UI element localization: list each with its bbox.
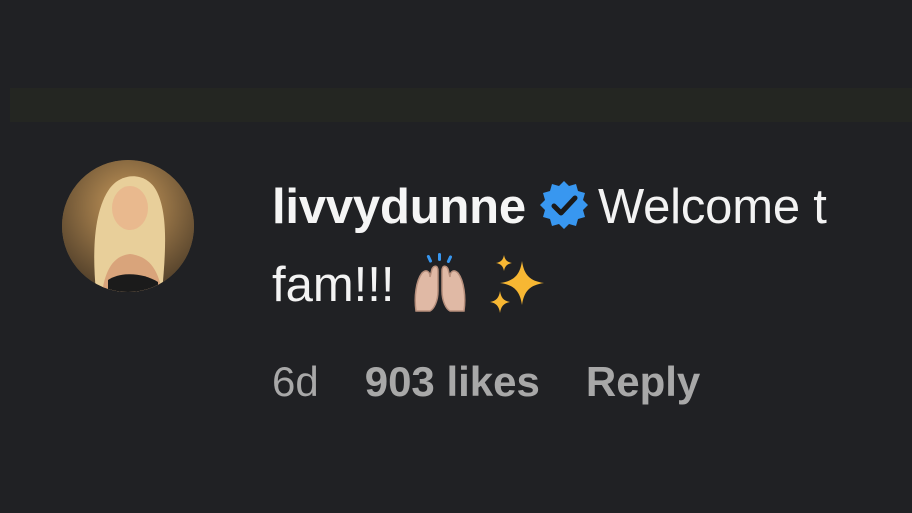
avatar[interactable] (62, 160, 194, 292)
raising-hands-icon (414, 253, 466, 312)
comment-meta: 6d 903 likes Reply (272, 352, 746, 412)
comment-line-2: fam!!! (272, 246, 550, 324)
comment-line-1: livvydunne Welcome t (272, 168, 912, 246)
top-area (0, 0, 912, 88)
verified-badge-icon (539, 181, 588, 229)
avatar-image-icon (62, 160, 194, 292)
comment-age[interactable]: 6d (272, 358, 319, 405)
comment-text-end: fam!!! (272, 258, 395, 312)
username-link[interactable]: livvydunne (272, 180, 526, 234)
sparkles-icon (490, 255, 545, 313)
likes-count-link[interactable]: 903 likes (365, 358, 540, 405)
divider-band (10, 88, 912, 122)
reply-button[interactable]: Reply (586, 358, 700, 405)
comment-text-start: Welcome t (597, 180, 827, 234)
